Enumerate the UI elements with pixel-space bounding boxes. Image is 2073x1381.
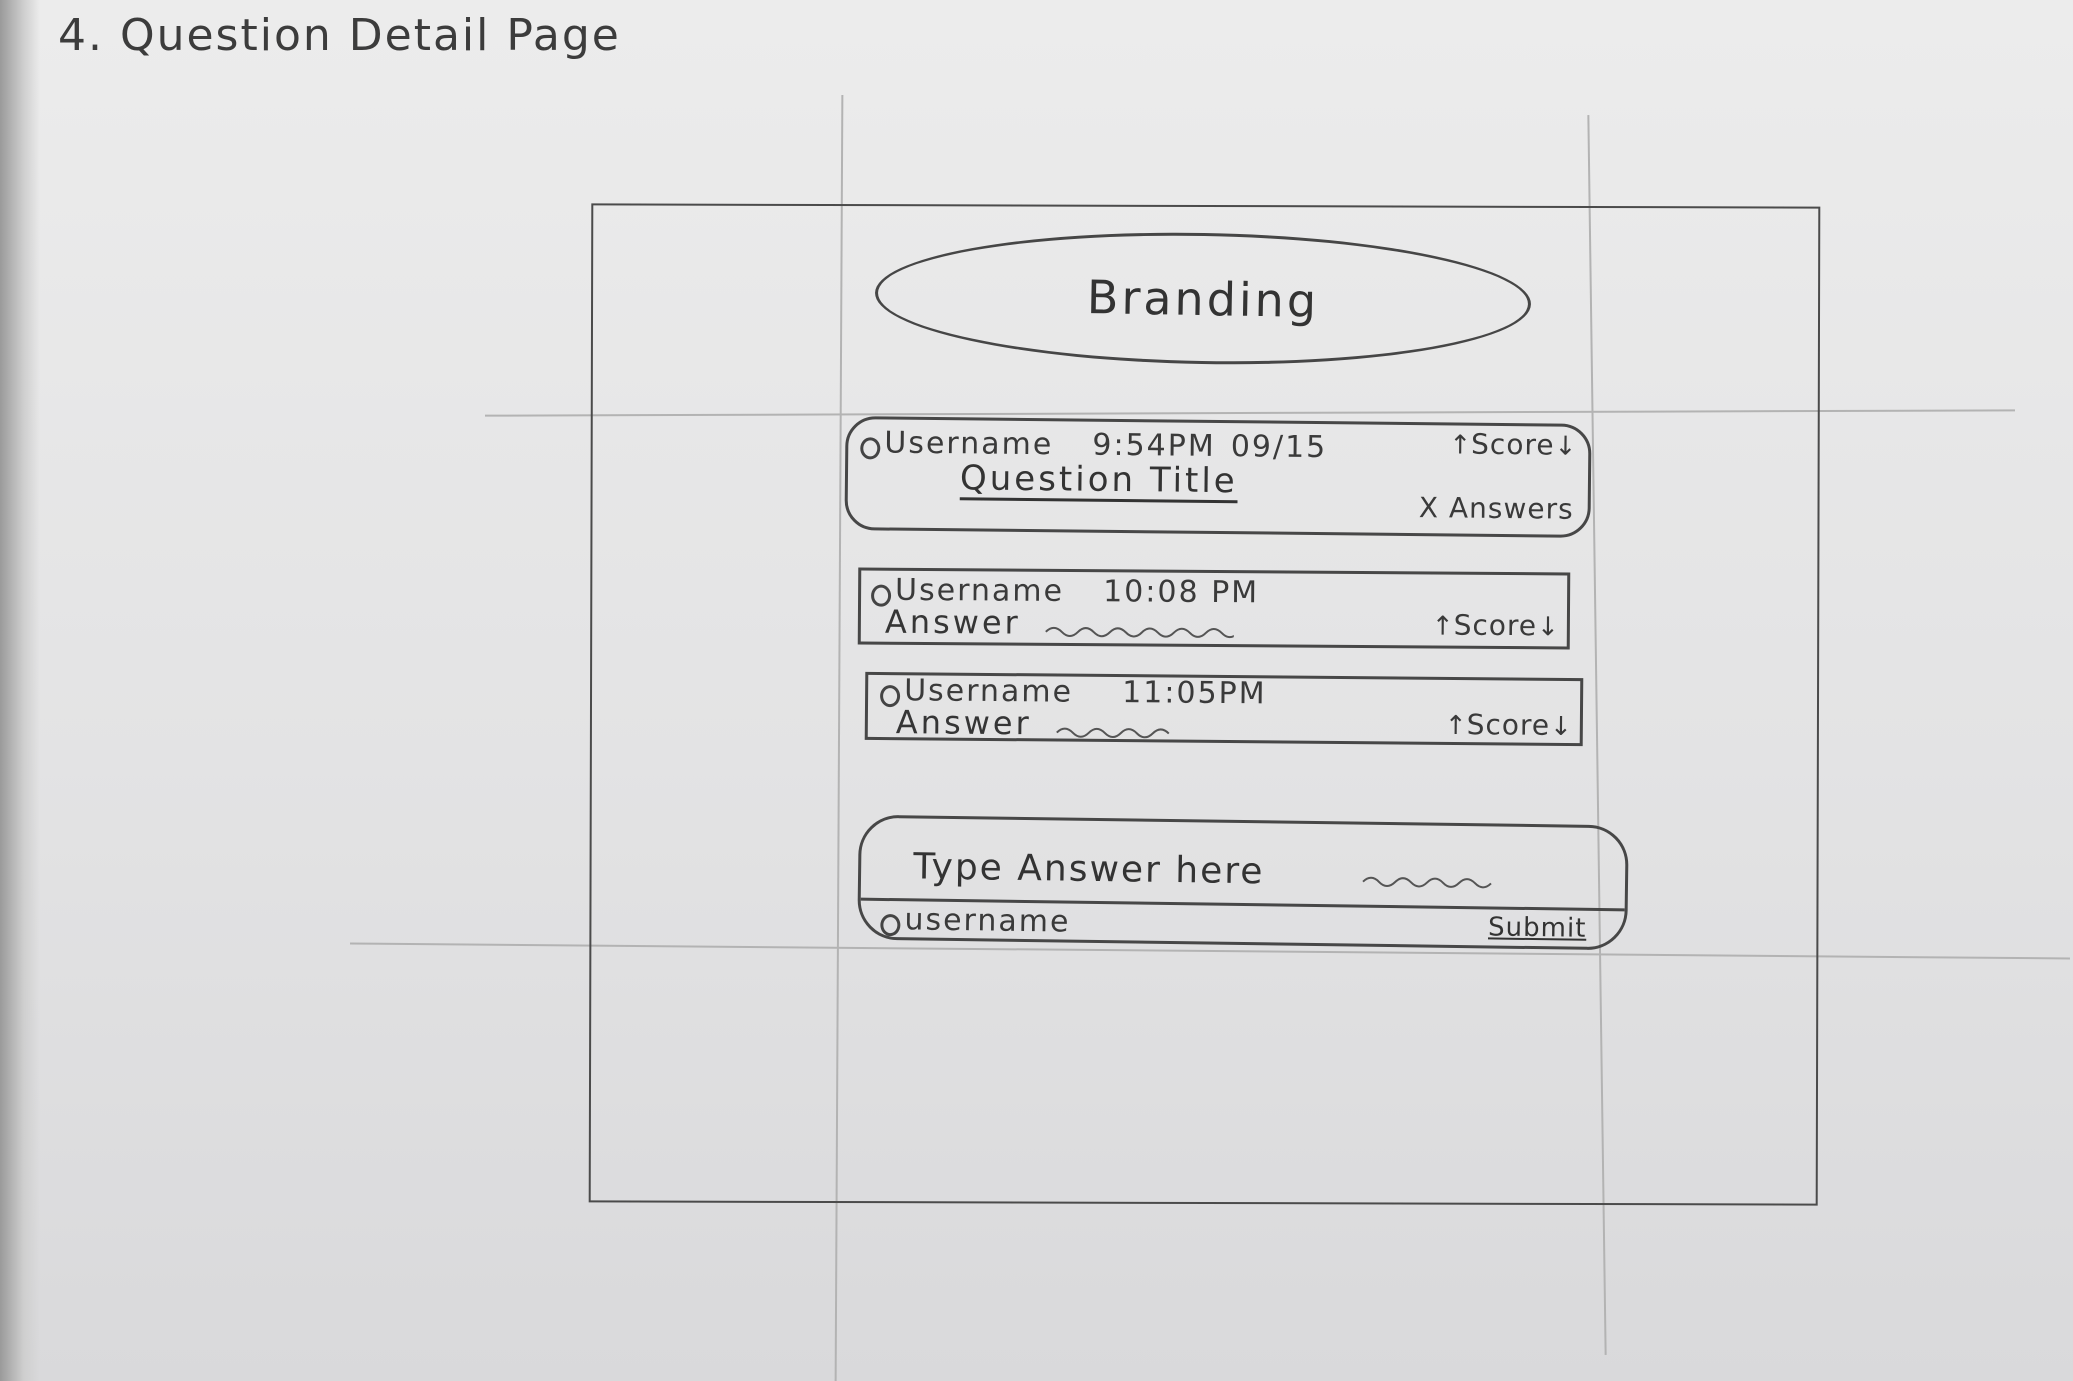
question-date: 09/15 (1230, 429, 1328, 466)
question-username[interactable]: Username (884, 426, 1053, 463)
upvote-arrow-icon[interactable]: ↑ (1432, 612, 1454, 642)
answer-body: Answer (896, 703, 1175, 743)
question-score-label: Score (1470, 427, 1555, 462)
form-user: username (880, 902, 1071, 940)
answer-card: Username 10:08 PM Answer ↑Score↓ (857, 567, 1571, 650)
upvote-arrow-icon[interactable]: ↑ (1445, 711, 1467, 741)
answer-score: ↑Score↓ (1432, 609, 1559, 643)
avatar-icon (860, 436, 881, 459)
form-username: username (904, 902, 1071, 940)
question-score: ↑Score↓ (1449, 427, 1576, 462)
answer-text: Answer (884, 602, 1021, 642)
sheet-title: 4. Question Detail Page (58, 10, 621, 61)
downvote-arrow-icon[interactable]: ↓ (1554, 432, 1576, 462)
answer-text: Answer (895, 703, 1032, 743)
answer-score-label: Score (1453, 608, 1538, 643)
answer-body: Answer (885, 603, 1234, 643)
question-card: Username 9:54PM 09/15 ↑Score↓ Question T… (844, 416, 1592, 538)
upvote-arrow-icon[interactable]: ↑ (1449, 430, 1471, 460)
submit-button[interactable]: Submit (1488, 912, 1587, 943)
downvote-arrow-icon[interactable]: ↓ (1550, 712, 1572, 742)
avatar-icon (880, 913, 901, 936)
answer-form: username Submit (857, 814, 1629, 951)
scribble-placeholder-icon (1056, 727, 1170, 738)
downvote-arrow-icon[interactable]: ↓ (1537, 612, 1559, 642)
paper-edge-shadow (0, 0, 40, 1381)
scribble-placeholder-icon (1362, 876, 1492, 889)
answers-count: X Answers (1418, 491, 1574, 526)
scribble-placeholder-icon (1045, 626, 1234, 638)
answer-card: Username 11:05PM Answer ↑Score↓ (864, 671, 1584, 747)
question-time: 9:54PM (1092, 427, 1216, 464)
answer-score: ↑Score↓ (1445, 708, 1572, 742)
answer-score-label: Score (1466, 708, 1551, 742)
question-title[interactable]: Question Title (960, 458, 1238, 501)
